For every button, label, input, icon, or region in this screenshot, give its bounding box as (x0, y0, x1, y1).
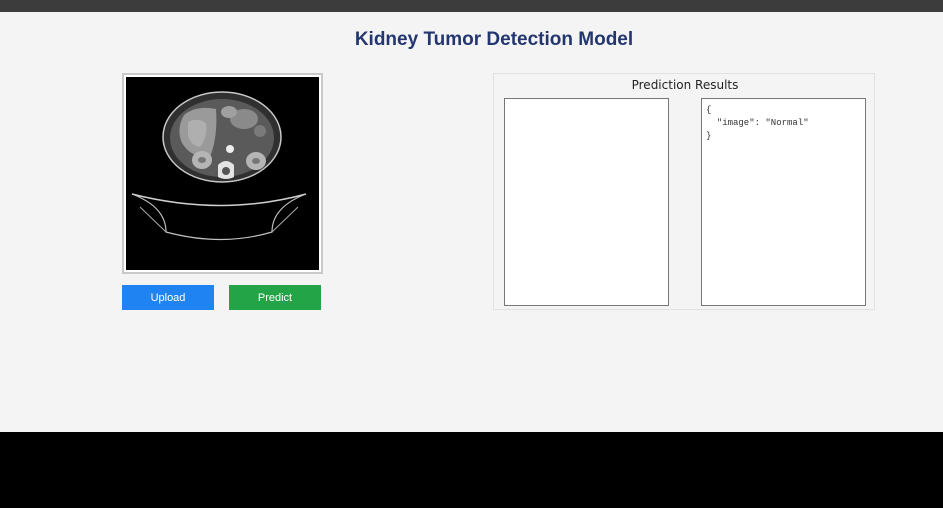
result-left-text (505, 99, 668, 109)
predict-button[interactable]: Predict (229, 285, 321, 310)
ct-scan-image (126, 77, 319, 270)
bottom-black-band (0, 432, 943, 508)
result-json-box[interactable]: { "image": "Normal" } (701, 98, 866, 306)
ct-image-preview (122, 73, 323, 274)
app-page: Kidney Tumor Detection Model Upload Pred… (0, 12, 943, 432)
window-top-bar (0, 0, 943, 12)
upload-button[interactable]: Upload (122, 285, 214, 310)
results-title: Prediction Results (631, 78, 739, 92)
result-left-box (504, 98, 669, 306)
prediction-results-panel: Prediction Results { "image": "Normal" } (493, 73, 875, 310)
json-output: { "image": "Normal" } (706, 105, 809, 141)
page-title: Kidney Tumor Detection Model (354, 29, 634, 50)
